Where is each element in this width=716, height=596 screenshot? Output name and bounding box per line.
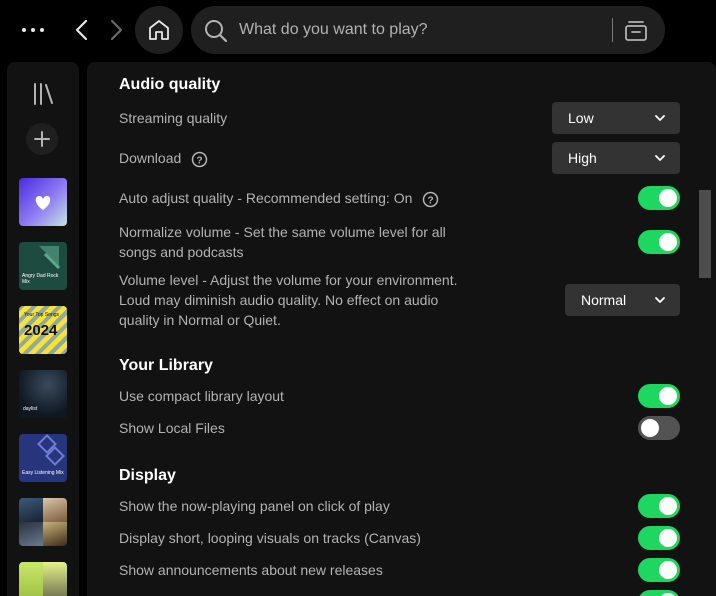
- download-quality-value: High: [568, 150, 597, 166]
- volume-line-3: quality in Normal or Quiet.: [119, 312, 281, 328]
- auto-adjust-row: Auto adjust quality - Recommended settin…: [119, 188, 439, 208]
- auto-adjust-label: Auto adjust quality - Recommended settin…: [119, 190, 413, 206]
- volume-level-label: Volume level - Adjust the volume for you…: [119, 270, 458, 330]
- streaming-quality-label: Streaming quality: [119, 110, 228, 126]
- playlist-caption: Easy Listening Mix: [22, 470, 64, 476]
- svg-text:?: ?: [428, 195, 434, 206]
- back-icon[interactable]: [70, 15, 94, 45]
- more-options-icon[interactable]: [22, 22, 48, 38]
- canvas-label: Display short, looping visuals on tracks…: [119, 530, 421, 546]
- section-title-audio-quality: Audio quality: [119, 76, 221, 93]
- home-button[interactable]: [135, 6, 183, 54]
- volume-line-2: Loud may diminish audio quality. No effe…: [119, 292, 439, 308]
- announcements-label: Show announcements about new releases: [119, 562, 383, 578]
- playlist-top-text: Your Top Songs: [24, 312, 60, 318]
- section-title-your-library: Your Library: [119, 357, 213, 374]
- compact-layout-toggle[interactable]: [638, 384, 680, 408]
- create-playlist-button[interactable]: [26, 123, 58, 155]
- info-icon[interactable]: ?: [191, 151, 208, 168]
- playlist-thumb-angry-dad-rock[interactable]: Angry Dad Rock Mix: [19, 242, 67, 290]
- next-toggle-partial[interactable]: [638, 590, 680, 596]
- volume-level-value: Normal: [581, 292, 627, 308]
- playlist-thumb-radio[interactable]: [19, 562, 67, 596]
- library-icon[interactable]: [31, 81, 57, 107]
- section-title-display: Display: [119, 467, 176, 484]
- download-quality-select[interactable]: High: [552, 142, 680, 174]
- playlist-thumb-daylist[interactable]: daylist: [19, 370, 67, 418]
- settings-panel: Audio quality Streaming quality Low Down…: [87, 62, 716, 596]
- playlist-thumb-liked-songs[interactable]: [19, 178, 67, 226]
- announcements-toggle[interactable]: [638, 558, 680, 582]
- chevron-down-icon: [655, 297, 665, 303]
- volume-level-select[interactable]: Normal: [565, 284, 680, 316]
- forward-icon[interactable]: [104, 15, 128, 45]
- streaming-quality-select[interactable]: Low: [552, 102, 680, 134]
- playlist-caption: daylist: [23, 406, 38, 412]
- playlist-thumb-easy-listening[interactable]: Easy Listening Mix: [19, 434, 67, 482]
- playlist-thumb-mixed[interactable]: [19, 498, 67, 546]
- library-sidebar: Angry Dad Rock Mix Your Top Songs 2024 d…: [7, 62, 79, 596]
- normalize-line-2: songs and podcasts: [119, 244, 244, 260]
- scrollbar-thumb[interactable]: [699, 190, 711, 278]
- canvas-toggle[interactable]: [638, 526, 680, 550]
- search-icon[interactable]: [203, 18, 229, 44]
- playlist-year: 2024: [24, 322, 58, 339]
- compact-layout-label: Use compact library layout: [119, 388, 284, 404]
- search-divider: [612, 18, 613, 42]
- normalize-volume-label: Normalize volume - Set the same volume l…: [119, 222, 446, 262]
- download-label: Download: [119, 150, 182, 166]
- now-playing-toggle[interactable]: [638, 494, 680, 518]
- chevron-down-icon: [655, 115, 665, 121]
- now-playing-label: Show the now-playing panel on click of p…: [119, 498, 390, 514]
- normalize-line-1: Normalize volume - Set the same volume l…: [119, 224, 446, 240]
- download-row: Download ?: [119, 148, 208, 168]
- browse-icon[interactable]: [623, 18, 649, 44]
- local-files-toggle[interactable]: [638, 416, 680, 440]
- svg-text:?: ?: [197, 155, 203, 166]
- home-icon: [149, 20, 169, 40]
- top-bar: [0, 0, 716, 62]
- playlist-thumb-top-songs-2024[interactable]: Your Top Songs 2024: [19, 306, 67, 354]
- streaming-quality-value: Low: [568, 110, 594, 126]
- local-files-label: Show Local Files: [119, 420, 225, 436]
- auto-adjust-toggle[interactable]: [638, 186, 680, 210]
- chevron-down-icon: [655, 155, 665, 161]
- heart-icon: [35, 196, 51, 210]
- plus-icon: [34, 131, 50, 147]
- volume-line-1: Volume level - Adjust the volume for you…: [119, 272, 458, 288]
- search-input[interactable]: [239, 14, 599, 46]
- info-icon[interactable]: ?: [422, 191, 439, 208]
- search-bar: [191, 6, 665, 54]
- playlist-caption: Angry Dad Rock Mix: [22, 273, 59, 285]
- normalize-volume-toggle[interactable]: [638, 230, 680, 254]
